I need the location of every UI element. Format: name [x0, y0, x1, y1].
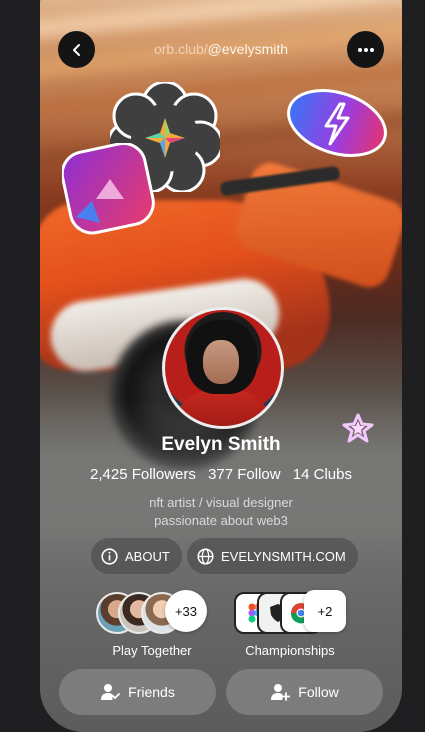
lightning-sticker[interactable]	[284, 86, 390, 160]
username-handle: @evelysmith	[207, 41, 289, 57]
play-together-label: Play Together	[112, 643, 192, 658]
user-plus-icon	[271, 684, 291, 701]
followers-count[interactable]: 2,425 Followers	[90, 466, 196, 483]
website-label: EVELYNSMITH.COM	[221, 548, 346, 564]
user-check-icon	[101, 684, 121, 700]
avatar[interactable]	[162, 307, 284, 429]
clubs-count[interactable]: 14 Clubs	[293, 466, 352, 483]
globe-icon	[197, 547, 214, 565]
profile-url: orb.club/@evelysmith	[58, 41, 384, 57]
info-icon	[101, 547, 118, 565]
pyramid-app-sticker[interactable]	[62, 143, 156, 235]
friends-label: Friends	[128, 684, 175, 700]
more-button[interactable]	[347, 31, 384, 68]
follow-label: Follow	[298, 684, 339, 700]
following-count[interactable]: 377 Follow	[208, 466, 281, 483]
more-championships-badge: +2	[304, 590, 346, 632]
about-label: ABOUT	[125, 548, 170, 564]
url-prefix: orb.club/	[153, 41, 208, 57]
bio-line-1: nft artist / visual designer	[149, 495, 293, 510]
bio-line-2: passionate about web3	[154, 513, 288, 528]
follow-button[interactable]: Follow	[226, 669, 383, 715]
website-link[interactable]: EVELYNSMITH.COM	[187, 538, 358, 574]
more-players-badge: +33	[165, 590, 207, 632]
profile-stats: 2,425 Followers 377 Follow 14 Clubs	[40, 466, 402, 483]
top-bar: orb.club/@evelysmith	[58, 31, 384, 68]
about-button[interactable]: ABOUT	[91, 538, 182, 574]
championships-label: Championships	[245, 643, 335, 658]
profile-name: Evelyn Smith	[161, 434, 281, 455]
more-horizontal-icon	[357, 47, 374, 52]
friends-button[interactable]: Friends	[59, 669, 216, 715]
